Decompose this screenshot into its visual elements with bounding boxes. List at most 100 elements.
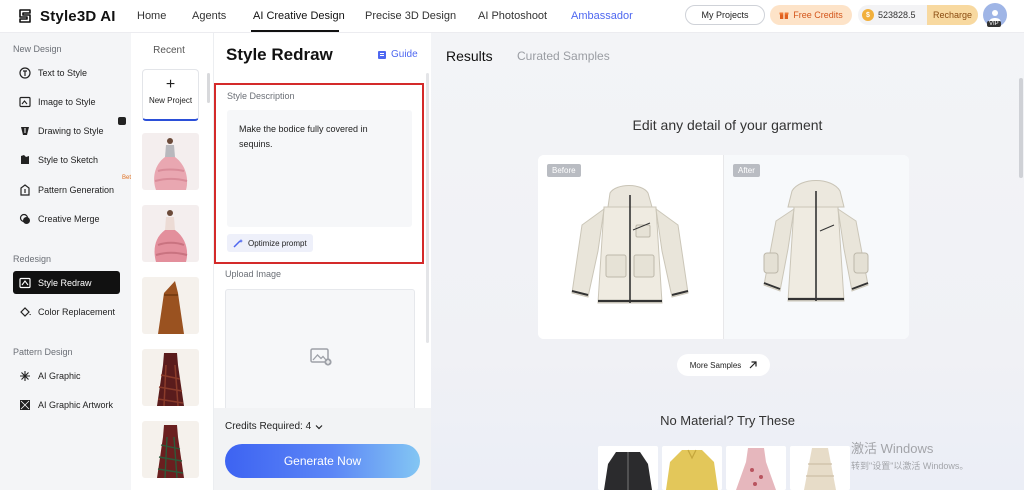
credits-balance-value: 523828.5 [878,10,916,20]
leather-jacket-image [604,452,652,490]
recent-scrollbar[interactable] [207,73,210,103]
sidebar-item-image-to-style[interactable]: Image to Style [13,90,120,113]
sidebar-item-label: Style to Sketch [38,154,99,165]
sample-material-thumbnail[interactable] [598,446,658,490]
sidebar-item-label: Creative Merge [38,213,100,224]
generate-now-button[interactable]: Generate Now [225,444,420,478]
jacket-before-image [571,185,689,304]
optimize-prompt-button[interactable]: Optimize prompt [227,234,313,252]
sidebar-item-color-replacement[interactable]: Color Replacement [13,300,120,323]
style-description-label: Style Description [227,91,295,101]
user-icon [989,10,1001,21]
free-credits-label: Free Credits [793,10,843,20]
recharge-button[interactable]: Recharge [926,5,978,25]
after-panel: After [724,155,909,339]
before-panel: Before [538,155,723,339]
credits-required[interactable]: Credits Required: 4 [225,421,323,432]
graphic-icon [19,370,31,382]
upload-image-dropzone[interactable] [225,289,415,419]
dress-image [142,349,199,406]
new-badge-icon [118,117,126,125]
credits-required-label: Credits Required: 4 [225,421,312,432]
more-samples-button[interactable]: More Samples [677,354,770,376]
watermark-line-1: 激活 Windows [851,441,934,456]
free-credits-button[interactable]: Free Credits [770,5,852,25]
artwork-icon [19,399,31,411]
sidebar-item-label: AI Graphic Artwork [38,399,114,410]
top-bar: Style3D AI Home Agents AI Creative Desig… [0,0,1024,33]
results-area: Results Curated Samples Edit any detail … [431,33,1024,490]
gown-image [142,205,199,262]
results-headline: Edit any detail of your garment [632,117,823,133]
style-description-input[interactable]: Make the bodice fully covered in sequins… [227,110,412,227]
sidebar-item-creative-merge[interactable]: Creative Merge [13,207,120,230]
sample-material-thumbnail[interactable] [662,446,722,490]
more-samples-label: More Samples [689,360,742,370]
no-material-heading: No Material? Try These [660,413,795,428]
book-icon [378,50,386,59]
sample-material-thumbnail[interactable] [726,446,786,490]
floral-dress-image [736,448,776,490]
sample-material-thumbnail[interactable] [790,446,850,490]
sidebar-item-drawing-to-style[interactable]: Drawing to Style [13,119,120,142]
recent-project-thumbnail[interactable] [142,421,199,478]
sidebar-item-style-to-sketch[interactable]: Style to Sketch [13,148,120,171]
gown-image [142,133,199,190]
image-style-icon [19,96,31,108]
guide-label: Guide [391,49,418,60]
coin-icon: $ [862,9,874,21]
section-title-redesign: Redesign [13,254,52,264]
tab-curated-samples[interactable]: Curated Samples [517,49,610,63]
my-projects-button[interactable]: My Projects [685,5,765,25]
page-title: Style Redraw [226,45,333,64]
windows-activation-watermark: 激活 Windows 转到"设置"以激活 Windows。 [851,438,968,472]
dress-image [142,421,199,478]
gift-icon [779,12,789,19]
sidebar-item-label: Pattern Generation [38,184,115,195]
nav-ai-creative-design[interactable]: AI Creative Design [253,10,345,22]
nav-ambassador[interactable]: Ambassador [571,10,633,22]
active-nav-underline [251,30,339,32]
jacket-after-image [763,180,869,302]
vip-badge: VIP [987,21,1001,27]
recent-project-thumbnail[interactable] [142,277,199,334]
paint-bucket-icon [19,306,31,318]
drawing-icon [19,125,31,137]
recent-project-thumbnail[interactable] [142,349,199,406]
plus-icon: + [165,76,176,93]
sidebar-item-pattern-generation[interactable]: Pattern Generation [13,178,120,201]
sidebar-item-text-to-style[interactable]: Text to Style [13,61,120,84]
image-upload-icon [310,348,332,366]
sidebar-item-label: Color Replacement [38,306,116,317]
panel-scrollbar[interactable] [426,73,429,343]
text-style-icon [19,66,31,79]
sidebar-item-label: Text to Style [38,67,88,78]
logo[interactable]: Style3D AI [16,7,116,25]
sidebar-item-ai-graphic-artwork[interactable]: AI Graphic Artwork [13,393,120,416]
sidebar-item-label: Drawing to Style [38,125,104,136]
nav-home[interactable]: Home [137,10,166,22]
results-scrollbar[interactable] [1019,78,1023,178]
sidebar-item-label: Style Redraw [38,277,92,288]
dress-image [142,277,199,334]
tab-results[interactable]: Results [446,48,493,64]
upload-image-label: Upload Image [225,269,282,279]
arrow-up-right-icon [749,361,757,369]
recent-title: Recent [153,45,185,56]
generate-bar: Credits Required: 4 Generate Now [214,408,431,490]
section-title-pattern-design: Pattern Design [13,347,73,357]
sidebar-item-ai-graphic[interactable]: AI Graphic [13,364,120,387]
sidebar: New Design Text to Style Image to Style … [0,33,134,490]
sketch-icon [19,154,31,166]
nav-ai-photoshoot[interactable]: AI Photoshoot [478,10,547,22]
after-tag: After [733,164,760,177]
recent-project-thumbnail[interactable] [142,205,199,262]
new-project-button[interactable]: + New Project [142,69,199,121]
recent-project-thumbnail[interactable] [142,133,199,190]
nav-agents[interactable]: Agents [192,10,226,22]
style-description-section: Style Description Make the bodice fully … [214,83,424,264]
sidebar-item-style-redraw[interactable]: Style Redraw [13,271,120,294]
merge-icon [19,213,31,225]
nav-precise-3d-design[interactable]: Precise 3D Design [365,10,456,22]
guide-link[interactable]: Guide [377,49,418,60]
